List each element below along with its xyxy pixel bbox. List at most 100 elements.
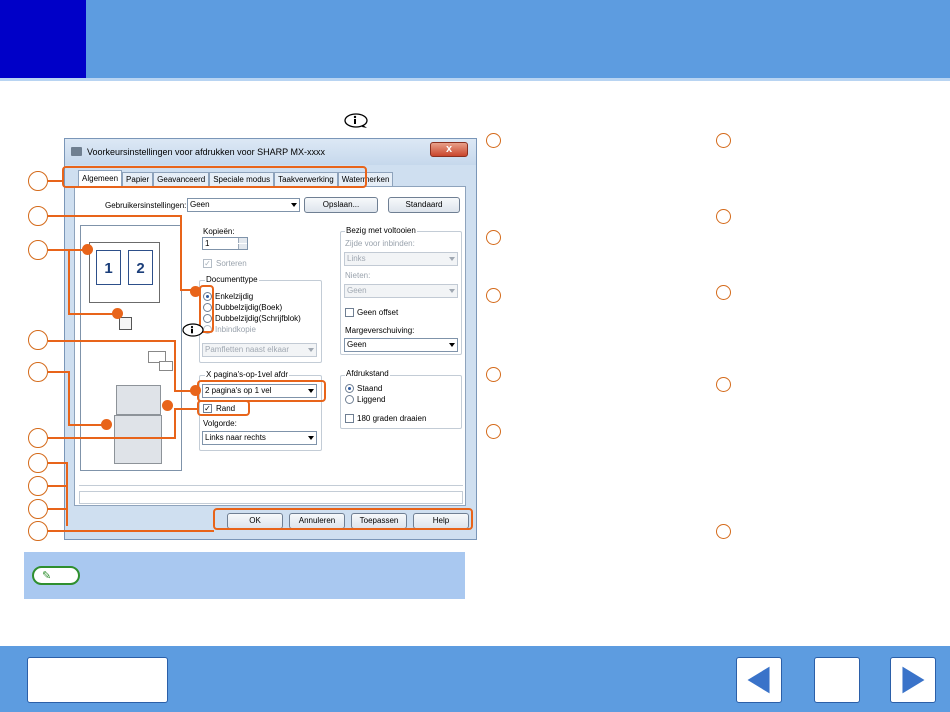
chevron-down-icon xyxy=(449,289,455,293)
print-preferences-dialog: Voorkeursinstellingen voor afdrukken voo… xyxy=(64,138,477,540)
callout-line xyxy=(174,408,176,439)
preview-page-1: 1 xyxy=(96,250,121,285)
spin-down-icon[interactable] xyxy=(238,244,247,249)
callout-line xyxy=(68,371,70,426)
callout-line xyxy=(174,408,197,410)
dialog-titlebar: Voorkeursinstellingen voor afdrukken voo… xyxy=(65,139,476,165)
copies-value: 1 xyxy=(205,239,210,248)
header-divider xyxy=(0,78,950,81)
ref-marker xyxy=(486,424,501,439)
margin-shift-label: Margeverschuiving: xyxy=(345,326,415,335)
arrow-left-icon xyxy=(747,666,770,694)
callout-dot xyxy=(190,385,201,396)
callout-circle xyxy=(28,476,48,496)
ref-marker xyxy=(486,133,501,148)
staple-label: Nieten: xyxy=(345,271,371,280)
callout-dot xyxy=(190,286,201,297)
collate-checkbox[interactable]: ✓ xyxy=(203,259,212,268)
default-button[interactable]: Standaard xyxy=(388,197,460,213)
ref-marker xyxy=(486,288,501,303)
rotate-180-checkbox[interactable] xyxy=(345,414,354,423)
chevron-down-icon xyxy=(291,203,297,207)
chevron-down-icon xyxy=(308,436,314,440)
arrow-right-icon xyxy=(902,666,925,694)
callout-circle xyxy=(28,499,48,519)
paper-size-icon xyxy=(119,317,132,330)
order-select[interactable]: Links naar rechts xyxy=(202,431,317,445)
next-page-button[interactable] xyxy=(890,657,936,703)
margin-shift-value: Geen xyxy=(347,340,367,349)
copies-stepper[interactable]: 1 xyxy=(202,237,248,250)
no-offset-checkbox[interactable] xyxy=(345,308,354,317)
booklet-value: Pamfletten naast elkaar xyxy=(205,345,290,354)
callout-line xyxy=(48,371,68,373)
callout-dot xyxy=(112,308,123,319)
staple-select[interactable]: Geen xyxy=(344,284,458,298)
callout-circle xyxy=(28,240,48,260)
orientation-radio-landscape[interactable] xyxy=(345,395,354,404)
user-settings-label: Gebruikersinstellingen: xyxy=(105,201,187,210)
callout-line xyxy=(48,215,181,217)
prev-page-button[interactable] xyxy=(736,657,782,703)
callout-circle xyxy=(28,171,48,191)
callout-line xyxy=(48,485,67,487)
ref-marker xyxy=(716,285,731,300)
document-style-label: Documenttype xyxy=(205,275,259,284)
ref-marker xyxy=(716,209,731,224)
callout-circle xyxy=(28,521,48,541)
callout-circle xyxy=(28,206,48,226)
staple-value: Geen xyxy=(347,286,367,295)
orientation-portrait-label: Staand xyxy=(357,384,383,393)
collate-label: Sorteren xyxy=(216,259,247,268)
nup-label: X pagina's-op-1vel afdr xyxy=(205,370,290,379)
ref-marker xyxy=(486,230,501,245)
doc-style-booklet-label: Inbindkopie xyxy=(215,325,256,334)
note-box: ✎ xyxy=(24,552,465,599)
callout-line xyxy=(48,437,176,439)
info-icon xyxy=(182,323,204,337)
rotate-180-label: 180 graden draaien xyxy=(357,414,427,423)
doc-style-single-label: Enkelzijdig xyxy=(215,292,254,301)
binding-edge-select[interactable]: Links xyxy=(344,252,458,266)
callout-line xyxy=(48,508,67,510)
printer-illustration xyxy=(114,415,162,464)
booklet-select[interactable]: Pamfletten naast elkaar xyxy=(202,343,317,357)
margin-shift-select[interactable]: Geen xyxy=(344,338,458,352)
printer-icon xyxy=(71,147,82,156)
order-label: Volgorde: xyxy=(203,419,237,428)
callout-line xyxy=(68,249,70,315)
orientation-label: Afdrukstand xyxy=(345,369,390,378)
callout-circle xyxy=(28,453,48,473)
save-button[interactable]: Opslaan... xyxy=(304,197,378,213)
binding-edge-value: Links xyxy=(347,254,366,263)
contents-button[interactable] xyxy=(27,657,168,703)
info-icon xyxy=(344,113,368,128)
ref-marker xyxy=(486,367,501,382)
preview-page-2: 2 xyxy=(128,250,153,285)
callout-line xyxy=(66,462,68,526)
ref-marker xyxy=(716,377,731,392)
user-settings-value: Geen xyxy=(190,200,210,209)
callout-box-tabs xyxy=(62,166,367,188)
callout-line xyxy=(48,340,175,342)
spin-up-icon[interactable] xyxy=(238,238,247,243)
chevron-down-icon xyxy=(449,257,455,261)
close-button[interactable]: x xyxy=(430,142,468,157)
callout-dot xyxy=(162,400,173,411)
user-settings-select[interactable]: Geen xyxy=(187,198,300,212)
page-header xyxy=(0,0,950,78)
callout-box-footer-buttons xyxy=(213,508,473,530)
finishing-label: Bezig met voltooien xyxy=(345,226,417,235)
dialog-title: Voorkeursinstellingen voor afdrukken voo… xyxy=(87,147,325,157)
callout-dot xyxy=(101,419,112,430)
orientation-radio-portrait[interactable] xyxy=(345,384,354,393)
printer-illustration xyxy=(116,385,161,415)
callout-dot xyxy=(82,244,93,255)
callout-box-border xyxy=(197,400,250,416)
header-accent-block xyxy=(0,0,86,78)
callout-line xyxy=(180,215,182,291)
chevron-down-icon xyxy=(308,348,314,352)
home-button[interactable] xyxy=(814,657,860,703)
ref-marker xyxy=(716,524,731,539)
callout-box-nup xyxy=(197,380,326,402)
